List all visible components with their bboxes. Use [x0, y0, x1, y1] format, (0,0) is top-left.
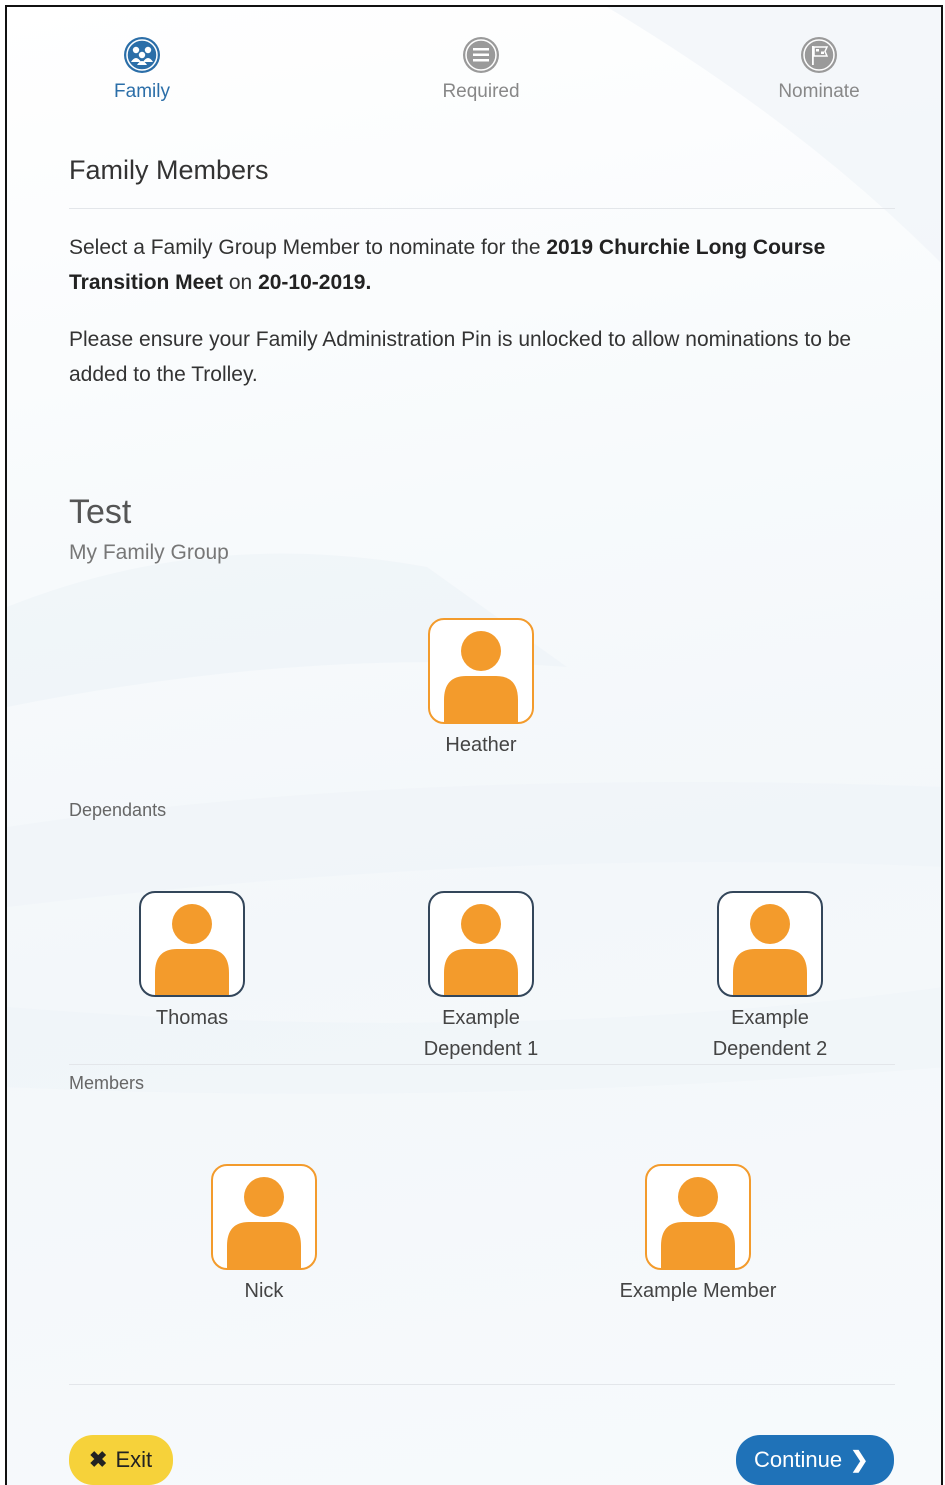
- avatar[interactable]: [139, 891, 245, 997]
- intro-middle: on: [223, 271, 259, 294]
- step-family[interactable]: Family: [72, 35, 212, 103]
- member-name: Thomas: [155, 1007, 229, 1029]
- section-title: Family Members: [69, 155, 269, 185]
- exit-button[interactable]: ✖ Exit: [69, 1435, 173, 1485]
- divider: [69, 1384, 895, 1385]
- exit-label: Exit: [115, 1447, 153, 1472]
- user-icon: [733, 904, 807, 995]
- user-icon: [444, 904, 518, 995]
- family-icon: [124, 37, 160, 73]
- user-icon: [444, 631, 518, 722]
- avatar[interactable]: [211, 1164, 317, 1270]
- dependant-example-1[interactable]: Example Dependent 1: [371, 891, 591, 1065]
- user-icon: [661, 1177, 735, 1268]
- member-example[interactable]: Example Member: [588, 1164, 808, 1307]
- family-group-subtitle: My Family Group: [69, 541, 229, 564]
- avatar[interactable]: [717, 891, 823, 997]
- pin-notice: Please ensure your Family Administration…: [69, 328, 852, 386]
- avatar[interactable]: [428, 618, 534, 724]
- member-name: Example Dependent 2: [712, 1007, 828, 1060]
- nomination-intro: Select a Family Group Member to nominate…: [69, 230, 889, 300]
- user-icon: [155, 904, 229, 995]
- list-icon: [463, 37, 499, 73]
- member-heather[interactable]: Heather: [371, 618, 591, 761]
- member-name: Example Member: [619, 1280, 777, 1302]
- family-group-name: Test: [69, 493, 132, 531]
- continue-button[interactable]: Continue ❯: [736, 1435, 894, 1485]
- dependants-label: Dependants: [69, 800, 167, 820]
- step-required[interactable]: Required: [411, 35, 551, 103]
- step-required-label: Required: [442, 81, 520, 102]
- member-name: Heather: [445, 734, 517, 756]
- wizard-panel: Family Required Nominate Family Members …: [5, 5, 943, 1485]
- member-nick[interactable]: Nick: [154, 1164, 374, 1307]
- members-label: Members: [69, 1073, 145, 1093]
- continue-label: Continue: [754, 1447, 843, 1472]
- divider: [69, 1064, 895, 1065]
- intro-prefix: Select a Family Group Member to nominate…: [69, 236, 547, 259]
- member-name: Nick: [244, 1280, 284, 1302]
- step-family-label: Family: [114, 81, 170, 102]
- meet-date: 20-10-2019.: [258, 271, 372, 294]
- dependant-thomas[interactable]: Thomas: [82, 891, 302, 1034]
- close-icon: ✖: [89, 1447, 108, 1472]
- user-icon: [227, 1177, 301, 1268]
- step-nominate[interactable]: Nominate: [749, 35, 889, 103]
- step-nominate-label: Nominate: [778, 81, 860, 102]
- member-name: Example Dependent 1: [423, 1007, 539, 1060]
- avatar[interactable]: [428, 891, 534, 997]
- chevron-right-icon: ❯: [850, 1447, 869, 1472]
- flag-icon: [801, 37, 837, 73]
- avatar[interactable]: [645, 1164, 751, 1270]
- divider: [69, 208, 895, 209]
- dependant-example-2[interactable]: Example Dependent 2: [660, 891, 880, 1065]
